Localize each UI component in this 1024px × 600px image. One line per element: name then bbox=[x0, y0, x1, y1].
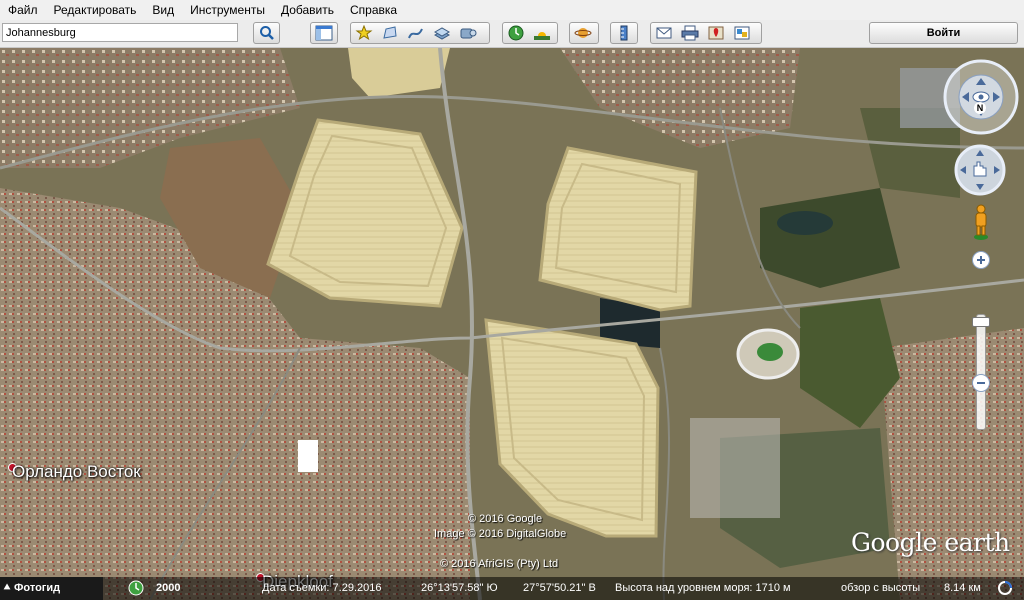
toolbar: Войти bbox=[0, 20, 1024, 48]
credit-digitalglobe: Image © 2016 DigitalGlobe bbox=[434, 528, 567, 540]
map-view[interactable]: Орландо Восток Diepkloof © 2016 Google I… bbox=[0, 48, 1024, 600]
email-icon bbox=[656, 27, 672, 39]
save-image-button[interactable] bbox=[729, 23, 755, 43]
menu-tools[interactable]: Инструменты bbox=[182, 0, 273, 20]
placemark-icon bbox=[355, 25, 373, 41]
share-tools-group bbox=[650, 22, 762, 44]
credit-afrigis: © 2016 AfriGIS (Pty) Ltd bbox=[440, 558, 559, 570]
menu-help[interactable]: Справка bbox=[342, 0, 405, 20]
path-icon bbox=[408, 28, 423, 39]
polygon-icon bbox=[383, 26, 397, 39]
sunlight-button[interactable] bbox=[529, 23, 555, 43]
historical-imagery-clock-icon[interactable] bbox=[128, 580, 144, 596]
google-maps-button[interactable] bbox=[703, 23, 729, 43]
street-view-pegman-icon[interactable] bbox=[972, 204, 990, 240]
add-placemark-button[interactable] bbox=[351, 23, 377, 43]
login-button[interactable]: Войти bbox=[869, 22, 1018, 44]
eye-altitude-label: обзор с высоты bbox=[841, 582, 921, 594]
image-overlay-icon bbox=[433, 27, 451, 40]
logo-earth: earth bbox=[936, 528, 1010, 557]
streaming-indicator-icon bbox=[998, 581, 1012, 595]
historical-imagery-button[interactable] bbox=[503, 23, 529, 43]
look-joystick[interactable] bbox=[942, 58, 1020, 136]
print-icon bbox=[681, 25, 699, 41]
ruler-group bbox=[610, 22, 638, 44]
planets-button[interactable] bbox=[570, 23, 596, 43]
menu-bar: Файл Редактировать Вид Инструменты Добав… bbox=[0, 0, 1024, 20]
google-earth-logo: Google earth bbox=[851, 528, 1010, 557]
capture-date: Дата съемки: 7.29.2016 bbox=[262, 582, 382, 594]
tour-icon bbox=[460, 28, 477, 39]
place-label-orlando-east[interactable]: Орландо Восток bbox=[12, 462, 141, 482]
imagery-tools-group bbox=[502, 22, 558, 44]
menu-file[interactable]: Файл bbox=[0, 0, 46, 20]
move-joystick[interactable] bbox=[954, 144, 1006, 196]
add-image-overlay-button[interactable] bbox=[429, 23, 455, 43]
record-tour-button[interactable] bbox=[455, 23, 481, 43]
sidebar-toggle-group bbox=[310, 22, 338, 44]
search-icon bbox=[260, 26, 274, 40]
chevron-up-icon: ⯅ bbox=[2, 582, 12, 594]
zoom-slider[interactable] bbox=[976, 314, 986, 430]
historical-imagery-icon bbox=[508, 25, 524, 41]
save-image-icon bbox=[734, 26, 750, 40]
add-path-button[interactable] bbox=[403, 23, 429, 43]
menu-add[interactable]: Добавить bbox=[273, 0, 342, 20]
photos-label: Фотогид bbox=[14, 582, 61, 594]
ruler-icon bbox=[620, 25, 628, 41]
sunlight-icon bbox=[534, 32, 550, 40]
search-input[interactable] bbox=[2, 23, 238, 42]
credit-google: © 2016 Google bbox=[468, 513, 543, 525]
historical-imagery-year[interactable]: 2000 bbox=[156, 582, 180, 594]
ruler-button[interactable] bbox=[611, 23, 637, 43]
google-maps-icon bbox=[708, 26, 724, 40]
zoom-in-button[interactable] bbox=[972, 251, 990, 269]
eye-altitude-value: 8.14 км bbox=[944, 582, 981, 594]
planets-icon bbox=[574, 28, 592, 38]
sidebar-icon bbox=[315, 25, 333, 41]
zoom-out-button[interactable] bbox=[972, 374, 990, 392]
compass-north[interactable]: N bbox=[974, 102, 986, 114]
menu-edit[interactable]: Редактировать bbox=[46, 0, 145, 20]
plus-icon bbox=[977, 256, 985, 264]
sidebar-button[interactable] bbox=[311, 23, 337, 43]
planets-group bbox=[569, 22, 599, 44]
add-polygon-button[interactable] bbox=[377, 23, 403, 43]
elevation-readout: Высота над уровнем моря: 1710 м bbox=[615, 582, 791, 594]
search-button[interactable] bbox=[253, 22, 280, 44]
email-button[interactable] bbox=[651, 23, 677, 43]
print-button[interactable] bbox=[677, 23, 703, 43]
zoom-slider-handle[interactable] bbox=[972, 317, 990, 327]
latitude-readout: 26°13'57.58" Ю bbox=[421, 582, 498, 594]
minus-icon bbox=[977, 382, 985, 384]
create-tools-group bbox=[350, 22, 490, 44]
menu-view[interactable]: Вид bbox=[144, 0, 182, 20]
longitude-readout: 27°57'50.21" В bbox=[523, 582, 596, 594]
logo-google: Google bbox=[851, 528, 937, 557]
photos-tab[interactable]: ⯅ Фотогид bbox=[0, 577, 103, 600]
